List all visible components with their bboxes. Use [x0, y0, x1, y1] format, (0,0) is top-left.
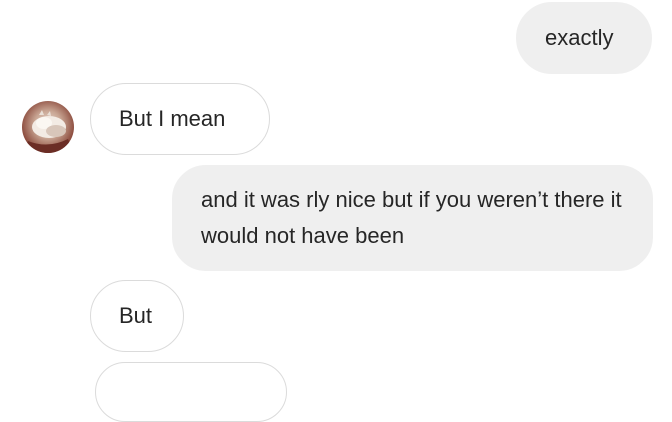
message-text: exactly [545, 25, 614, 50]
message-bubble-received[interactable]: But [90, 280, 184, 352]
message-bubble-received-partial[interactable] [95, 362, 287, 422]
avatar-photo-icon [22, 110, 74, 153]
avatar[interactable] [22, 101, 74, 153]
message-bubble-received[interactable]: But I mean [90, 83, 270, 155]
message-text: and it was rly nice but if you weren’t t… [201, 187, 622, 248]
message-bubble-sent[interactable]: exactly [516, 2, 652, 74]
message-text: But I mean [119, 106, 226, 131]
message-text: But [119, 303, 153, 328]
chat-thread: exactly But I mean and it was rly nice b… [0, 0, 672, 422]
message-bubble-sent[interactable]: and it was rly nice but if you weren’t t… [172, 165, 653, 271]
